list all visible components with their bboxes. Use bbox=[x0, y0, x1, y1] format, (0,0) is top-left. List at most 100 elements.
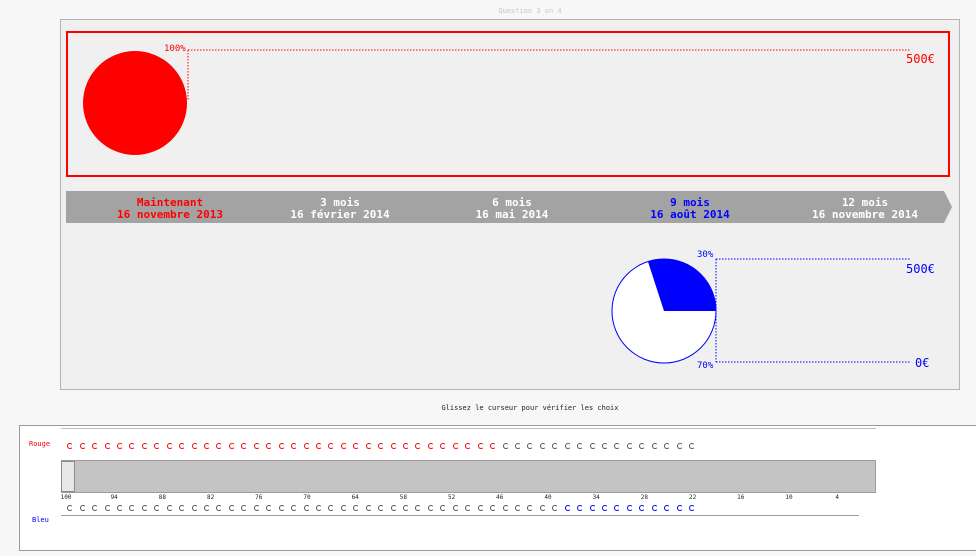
choice-radio[interactable] bbox=[450, 441, 462, 451]
choice-radio[interactable] bbox=[89, 503, 101, 513]
choice-radio[interactable] bbox=[686, 503, 698, 513]
choice-radio[interactable] bbox=[313, 441, 325, 451]
choice-radio[interactable] bbox=[512, 503, 524, 513]
choice-radio[interactable] bbox=[238, 441, 250, 451]
choice-radio[interactable] bbox=[586, 503, 598, 513]
choice-radio[interactable] bbox=[686, 441, 698, 451]
choice-radio[interactable] bbox=[76, 441, 88, 451]
choice-radio[interactable] bbox=[101, 503, 113, 513]
choice-radio[interactable] bbox=[300, 441, 312, 451]
choice-radio[interactable] bbox=[586, 441, 598, 451]
choice-radio[interactable] bbox=[611, 503, 623, 513]
choice-radio[interactable] bbox=[288, 441, 300, 451]
choice-radio[interactable] bbox=[562, 441, 574, 451]
slider-track[interactable] bbox=[61, 460, 876, 493]
choice-radio[interactable] bbox=[275, 503, 287, 513]
choice-radio[interactable] bbox=[474, 503, 486, 513]
choice-radio[interactable] bbox=[387, 503, 399, 513]
choice-radio[interactable] bbox=[151, 503, 163, 513]
choice-radio[interactable] bbox=[636, 503, 648, 513]
choice-radio[interactable] bbox=[176, 441, 188, 451]
choice-radio[interactable] bbox=[226, 441, 238, 451]
choice-radio[interactable] bbox=[499, 441, 511, 451]
choice-radio[interactable] bbox=[524, 441, 536, 451]
choice-radio[interactable] bbox=[188, 441, 200, 451]
choice-radio[interactable] bbox=[673, 441, 685, 451]
choice-radio[interactable] bbox=[599, 503, 611, 513]
choice-radio[interactable] bbox=[139, 441, 151, 451]
choice-radio[interactable] bbox=[126, 441, 138, 451]
choice-radio[interactable] bbox=[574, 441, 586, 451]
choice-radio[interactable] bbox=[462, 441, 474, 451]
choice-radio[interactable] bbox=[512, 441, 524, 451]
choice-radio[interactable] bbox=[201, 441, 213, 451]
choice-radio[interactable] bbox=[338, 503, 350, 513]
choice-radio[interactable] bbox=[487, 503, 499, 513]
choice-radio[interactable] bbox=[363, 441, 375, 451]
choice-radio[interactable] bbox=[126, 503, 138, 513]
choice-radio[interactable] bbox=[437, 503, 449, 513]
choice-radio[interactable] bbox=[661, 441, 673, 451]
choice-radio[interactable] bbox=[226, 503, 238, 513]
choice-radio[interactable] bbox=[661, 503, 673, 513]
choice-radio[interactable] bbox=[562, 503, 574, 513]
choice-radio[interactable] bbox=[64, 441, 76, 451]
choice-radio[interactable] bbox=[350, 441, 362, 451]
choice-radio[interactable] bbox=[499, 503, 511, 513]
choice-radio[interactable] bbox=[400, 441, 412, 451]
choice-radio[interactable] bbox=[462, 503, 474, 513]
choice-radio[interactable] bbox=[275, 441, 287, 451]
choice-radio[interactable] bbox=[363, 503, 375, 513]
choice-radio[interactable] bbox=[537, 503, 549, 513]
choice-radio[interactable] bbox=[114, 503, 126, 513]
choice-radio[interactable] bbox=[164, 441, 176, 451]
choice-radio[interactable] bbox=[437, 441, 449, 451]
choice-radio[interactable] bbox=[164, 503, 176, 513]
choice-radio[interactable] bbox=[611, 441, 623, 451]
choice-radio[interactable] bbox=[350, 503, 362, 513]
choice-radio[interactable] bbox=[474, 441, 486, 451]
choice-radio[interactable] bbox=[487, 441, 499, 451]
choice-radio[interactable] bbox=[101, 441, 113, 451]
choice-radio[interactable] bbox=[64, 503, 76, 513]
choice-radio[interactable] bbox=[76, 503, 88, 513]
choice-radio[interactable] bbox=[139, 503, 151, 513]
choice-radio[interactable] bbox=[213, 441, 225, 451]
choice-radio[interactable] bbox=[325, 441, 337, 451]
choice-radio[interactable] bbox=[636, 441, 648, 451]
choice-radio[interactable] bbox=[425, 441, 437, 451]
choice-radio[interactable] bbox=[574, 503, 586, 513]
choice-radio[interactable] bbox=[151, 441, 163, 451]
slider-thumb[interactable] bbox=[61, 461, 75, 492]
choice-radio[interactable] bbox=[263, 503, 275, 513]
choice-radio[interactable] bbox=[288, 503, 300, 513]
choice-radio[interactable] bbox=[213, 503, 225, 513]
choice-radio[interactable] bbox=[549, 503, 561, 513]
choice-radio[interactable] bbox=[176, 503, 188, 513]
choice-radio[interactable] bbox=[425, 503, 437, 513]
choice-radio[interactable] bbox=[412, 441, 424, 451]
choice-radio[interactable] bbox=[649, 441, 661, 451]
choice-radio[interactable] bbox=[624, 503, 636, 513]
choice-radio[interactable] bbox=[251, 441, 263, 451]
choice-radio[interactable] bbox=[412, 503, 424, 513]
choice-radio[interactable] bbox=[188, 503, 200, 513]
choice-radio[interactable] bbox=[673, 503, 685, 513]
choice-radio[interactable] bbox=[624, 441, 636, 451]
choice-radio[interactable] bbox=[450, 503, 462, 513]
choice-radio[interactable] bbox=[300, 503, 312, 513]
choice-radio[interactable] bbox=[549, 441, 561, 451]
choice-radio[interactable] bbox=[238, 503, 250, 513]
choice-radio[interactable] bbox=[89, 441, 101, 451]
choice-radio[interactable] bbox=[599, 441, 611, 451]
choice-radio[interactable] bbox=[251, 503, 263, 513]
choice-radio[interactable] bbox=[338, 441, 350, 451]
choice-radio[interactable] bbox=[524, 503, 536, 513]
choice-radio[interactable] bbox=[387, 441, 399, 451]
choice-radio[interactable] bbox=[375, 441, 387, 451]
choice-radio[interactable] bbox=[263, 441, 275, 451]
choice-radio[interactable] bbox=[325, 503, 337, 513]
choice-radio[interactable] bbox=[313, 503, 325, 513]
choice-radio[interactable] bbox=[537, 441, 549, 451]
choice-radio[interactable] bbox=[400, 503, 412, 513]
